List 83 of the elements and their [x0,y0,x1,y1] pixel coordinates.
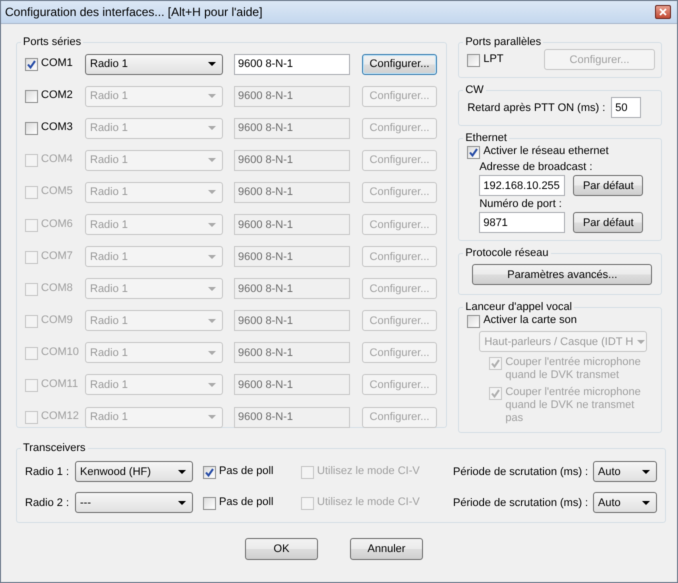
checkbox-label: COM4 [41,153,73,166]
dialog-button[interactable]: OK [245,538,318,560]
checkbox-label: COM8 [41,282,73,294]
field-label: Période de scrutation (ms) : [453,466,590,478]
caret-icon [637,340,646,344]
group-label: Transceivers [22,442,87,454]
dialog-button[interactable]: Annuler [350,538,423,560]
checkbox-label: Couper l'entrée microphone quand le DVK transmet [505,356,642,382]
close-icon [659,8,667,16]
dropdown[interactable]: Kenwood (HF) [75,461,193,482]
checkbox-label: COM9 [41,314,73,326]
checkbox-label: LPT [483,52,504,64]
checkbox-label: COM5 [41,185,73,198]
text-field[interactable]: 9600 8-N-1 [234,118,350,139]
caret-icon [208,158,216,162]
caret-icon [208,62,216,66]
configure-button[interactable]: Configurer... [362,54,437,75]
group-label: CW [464,84,485,96]
caret-icon [208,126,216,130]
checkbox[interactable] [467,315,480,328]
checkbox[interactable] [203,496,216,510]
caret-icon [642,500,650,504]
caret-icon [208,382,216,387]
window-title: Configuration des interfaces... [Alt+H pour l'aide] [5,5,262,19]
checkbox[interactable] [467,146,480,159]
checkbox-label: Activer le réseau ethernet [483,145,609,157]
caret-icon [178,470,186,474]
caret-icon [178,500,186,504]
text-field[interactable]: 9600 8-N-1 [234,54,350,75]
checkbox-label: COM6 [41,218,73,230]
caret-icon [208,190,216,194]
group-label: Ethernet [464,132,508,144]
caret-icon [208,94,216,98]
group-label: Protocole réseau [464,247,550,259]
caret-icon [208,254,216,259]
input-field[interactable]: 9871 [479,212,566,233]
caret-icon [208,318,216,323]
default-button[interactable]: Par défaut [573,175,644,196]
configure-button[interactable]: Configurer... [362,118,437,139]
checkbox[interactable] [467,54,480,66]
checkbox-label: COM1 [41,57,73,70]
caret-icon [208,222,216,227]
dropdown[interactable]: Radio 1 [85,54,223,75]
field-label: Retard après PTT ON (ms) : [467,102,606,114]
checkbox-label: Pas de poll [219,496,274,508]
checkbox-label: Couper l'entrée microphone quand le DVK ne transmet pas [505,386,642,425]
checkbox-label: COM12 [41,410,79,422]
text-field[interactable]: 9600 8-N-1 [234,86,350,107]
dropdown[interactable]: Auto [593,492,657,513]
dropdown[interactable]: --- [75,492,193,513]
group-label: Lanceur d'appel vocal [464,301,574,313]
caret-icon [208,350,216,355]
dropdown[interactable]: Haut-parleurs / Casque (IDT H [479,331,648,352]
field-label: Radio 1 : [25,466,70,478]
checkbox-label: COM3 [41,121,73,134]
checkbox-label: Utilisez le mode CI-V [317,496,420,508]
caret-icon [642,470,650,474]
close-button[interactable] [655,5,671,19]
checkbox-label: COM10 [41,346,79,358]
field-label: Radio 2 : [25,496,70,508]
field-label: Numéro de port : [479,198,562,210]
checkbox[interactable] [203,466,216,478]
checkbox[interactable] [25,122,38,136]
checkbox-label: COM11 [41,378,78,390]
checkbox[interactable] [25,90,38,104]
caret-icon [208,286,216,291]
configure-button[interactable]: Configurer... [362,86,437,107]
default-button[interactable]: Par défaut [573,212,644,233]
dropdown[interactable]: Auto [593,461,657,482]
checkbox-label: COM2 [41,89,73,102]
input-field[interactable]: 50 [611,97,642,118]
checkbox-label: Pas de poll [219,464,274,476]
field-label: Adresse de broadcast : [479,161,592,173]
checkbox-label: Utilisez le mode CI-V [317,464,420,476]
checkbox[interactable] [25,58,38,72]
caret-icon [208,415,216,420]
input-field[interactable]: 192.168.10.255 [479,175,566,196]
field-label: Période de scrutation (ms) : [453,496,590,508]
group-label: Ports parallèles [464,36,542,48]
group-label: Ports séries [22,36,82,48]
checkbox-label: Activer la carte son [483,314,577,326]
checkbox-label: COM7 [41,250,73,262]
advanced-settings-button[interactable]: Paramètres avancés... [472,264,652,285]
